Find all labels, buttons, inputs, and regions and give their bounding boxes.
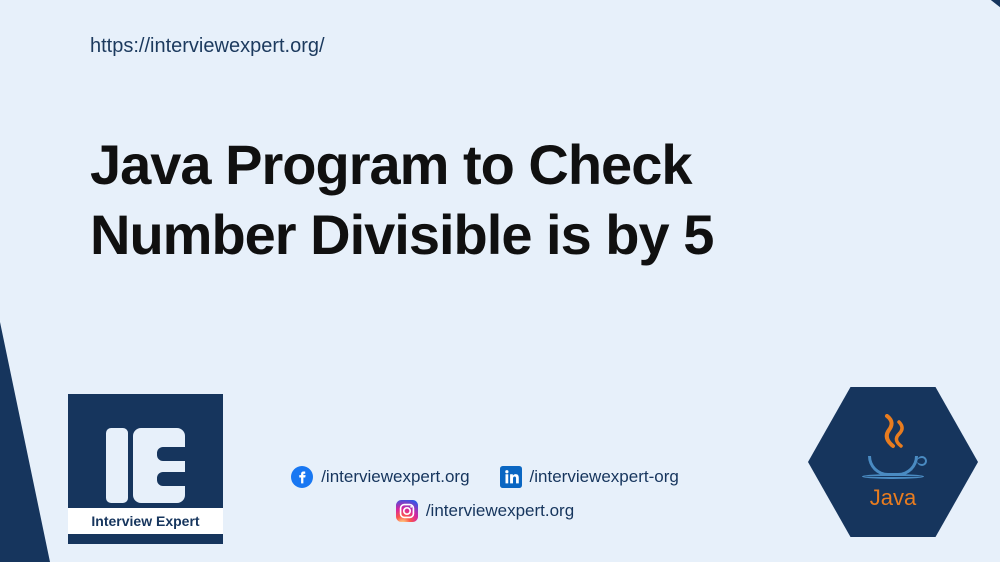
logo-label: Interview Expert <box>68 508 223 534</box>
instagram-handle: /interviewexpert.org <box>426 501 574 521</box>
social-row-1: /interviewexpert.org /interviewexpert-or… <box>250 466 720 488</box>
linkedin-link[interactable]: /interviewexpert-org <box>500 466 679 488</box>
brand-logo: Interview Expert <box>68 394 223 544</box>
corner-stripes-decoration <box>800 0 1000 120</box>
instagram-icon <box>396 500 418 522</box>
facebook-handle: /interviewexpert.org <box>321 467 469 487</box>
instagram-link[interactable]: /interviewexpert.org <box>396 500 574 522</box>
social-links-section: /interviewexpert.org /interviewexpert-or… <box>250 466 720 534</box>
facebook-icon <box>291 466 313 488</box>
page-title: Java Program to Check Number Divisible i… <box>90 130 713 270</box>
url-text: https://interviewexpert.org/ <box>90 35 325 58</box>
left-triangle-decoration <box>0 322 50 562</box>
java-cup-icon <box>868 456 918 476</box>
social-row-2: /interviewexpert.org <box>250 500 720 522</box>
logo-i <box>106 428 128 503</box>
java-text: Java <box>870 485 916 511</box>
title-line-2: Number Divisible is by 5 <box>90 203 713 266</box>
facebook-link[interactable]: /interviewexpert.org <box>291 466 469 488</box>
title-line-1: Java Program to Check <box>90 133 691 196</box>
linkedin-icon <box>500 466 522 488</box>
logo-e <box>133 428 185 503</box>
linkedin-handle: /interviewexpert-org <box>530 467 679 487</box>
logo-letters <box>106 428 185 503</box>
java-steam-icon <box>869 414 917 452</box>
java-logo-badge: Java <box>808 387 978 537</box>
stripe <box>853 0 1000 15</box>
